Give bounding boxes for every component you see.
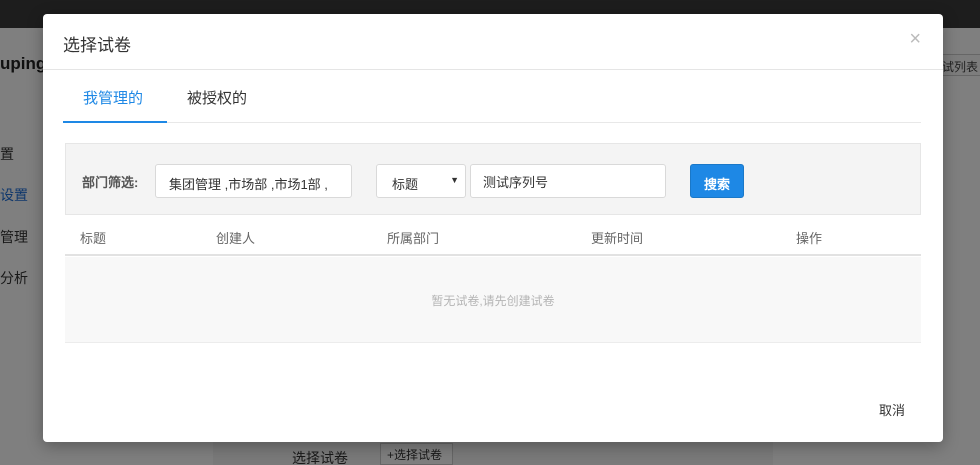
- tab-managed[interactable]: 我管理的: [63, 71, 167, 123]
- search-input[interactable]: [470, 164, 666, 198]
- empty-message: 暂无试卷,请先创建试卷: [431, 294, 555, 308]
- department-filter-input[interactable]: 集团管理 ,市场部 ,市场1部 ,: [155, 164, 352, 198]
- column-header-title: 标题: [80, 231, 107, 246]
- cancel-button[interactable]: 取消: [879, 400, 905, 419]
- department-filter-label: 部门筛选:: [82, 175, 139, 190]
- table-header: 标题 创建人 所属部门 更新时间 操作: [65, 215, 921, 256]
- filter-bar: 部门筛选: 集团管理 ,市场部 ,市场1部 , 标题 ▼ 搜索: [65, 143, 921, 215]
- tab-bar: 我管理的 被授权的: [63, 71, 921, 123]
- search-field-select[interactable]: 标题 ▼: [376, 164, 466, 198]
- caret-down-icon: ▼: [450, 175, 459, 185]
- search-button[interactable]: 搜索: [690, 164, 744, 198]
- modal-title: 选择试卷: [63, 36, 131, 55]
- tab-authorized[interactable]: 被授权的: [167, 71, 267, 123]
- column-header-actions: 操作: [796, 231, 823, 246]
- select-exam-modal: 选择试卷 × 我管理的 被授权的 部门筛选: 集团管理 ,市场部 ,市场1部 ,…: [43, 14, 943, 442]
- column-header-updated: 更新时间: [591, 231, 644, 246]
- table-empty-state: 暂无试卷,请先创建试卷: [65, 257, 921, 343]
- modal-header: 选择试卷 ×: [43, 14, 943, 70]
- column-header-department: 所属部门: [387, 231, 440, 246]
- close-icon[interactable]: ×: [909, 28, 921, 50]
- search-field-select-value: 标题: [392, 177, 419, 192]
- column-header-creator: 创建人: [216, 231, 256, 246]
